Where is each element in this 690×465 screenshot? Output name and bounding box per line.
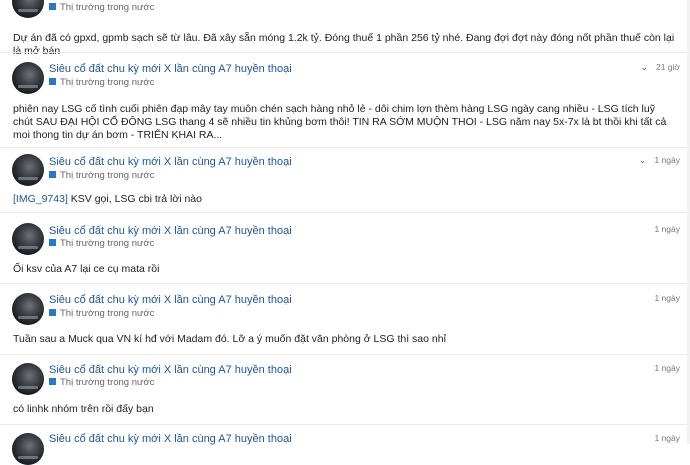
post-category[interactable]: Thị trường trong nước: [49, 308, 154, 320]
image-link[interactable]: [IMG_9743]: [13, 193, 68, 205]
category-square-icon: [49, 171, 56, 178]
post-category[interactable]: Thị trường trong nước: [49, 377, 154, 389]
chevron-down-icon[interactable]: ⌄: [639, 155, 647, 165]
post-body: Dự án đã có gpxd, gpmb sạch sẽ từ lâu. Đ…: [13, 32, 675, 57]
topic-feed: Thị trường trong nước Dự án đã có gpxd, …: [0, 0, 690, 465]
avatar[interactable]: [12, 293, 44, 325]
post-category[interactable]: Thị trường trong nước: [49, 238, 154, 250]
post-divider: [0, 424, 690, 425]
post-divider: [0, 52, 690, 53]
category-square-icon: [49, 3, 56, 10]
avatar[interactable]: [12, 363, 44, 395]
post-author[interactable]: Siêu cổ đất chu kỳ mới X lần cùng A7 huy…: [49, 363, 292, 377]
post-author[interactable]: Siêu cổ đất chu kỳ mới X lần cùng A7 huy…: [49, 224, 292, 238]
post-time[interactable]: 1 ngày: [654, 432, 680, 444]
post-body: Ối ksv của A7 lại ce cụ mata rồi: [13, 263, 160, 275]
post-time[interactable]: 1 ngày: [654, 362, 680, 374]
post-body: [IMG_9743] KSV gọi, LSG cbi trả lời nào: [13, 193, 202, 205]
post-author[interactable]: Siêu cổ đất chu kỳ mới X lần cùng A7 huy…: [49, 155, 292, 169]
post-time[interactable]: 1 ngày: [654, 223, 680, 235]
post-divider: [0, 283, 690, 284]
avatar[interactable]: [12, 0, 44, 18]
avatar[interactable]: [12, 433, 44, 465]
chevron-down-icon[interactable]: ⌄: [640, 62, 648, 72]
avatar[interactable]: [12, 223, 44, 255]
post-author[interactable]: Siêu cổ đất chu kỳ mới X lần cùng A7 huy…: [49, 62, 292, 76]
avatar[interactable]: [12, 154, 44, 186]
post-divider: [0, 354, 690, 355]
post-body: phiên nay LSG cố tình cuối phiên đạp mây…: [13, 103, 667, 141]
category-square-icon: [49, 239, 56, 246]
post-category[interactable]: Thị trường trong nước: [49, 2, 154, 14]
post-time[interactable]: 1 ngày: [654, 292, 680, 304]
post-body: có linhk nhóm trên rồi đấy bạn: [13, 403, 154, 415]
post-time[interactable]: 21 giờ: [656, 62, 680, 72]
post-time[interactable]: 1 ngày: [654, 155, 680, 165]
post-divider: [0, 147, 690, 148]
category-square-icon: [49, 378, 56, 385]
category-square-icon: [49, 309, 56, 316]
post-meta: ⌄ 1 ngày: [639, 154, 680, 166]
post-body: Tuần sau a Muck qua VN kí hđ với Madam đ…: [13, 333, 446, 345]
post-category[interactable]: Thị trường trong nước: [49, 77, 154, 89]
avatar[interactable]: [12, 62, 44, 94]
category-square-icon: [49, 78, 56, 85]
post-author[interactable]: Siêu cổ đất chu kỳ mới X lần cùng A7 huy…: [49, 293, 292, 307]
post-meta: ⌄ 21 giờ: [640, 61, 680, 73]
post-divider: [0, 212, 690, 213]
post-category[interactable]: Thị trường trong nước: [49, 170, 154, 182]
